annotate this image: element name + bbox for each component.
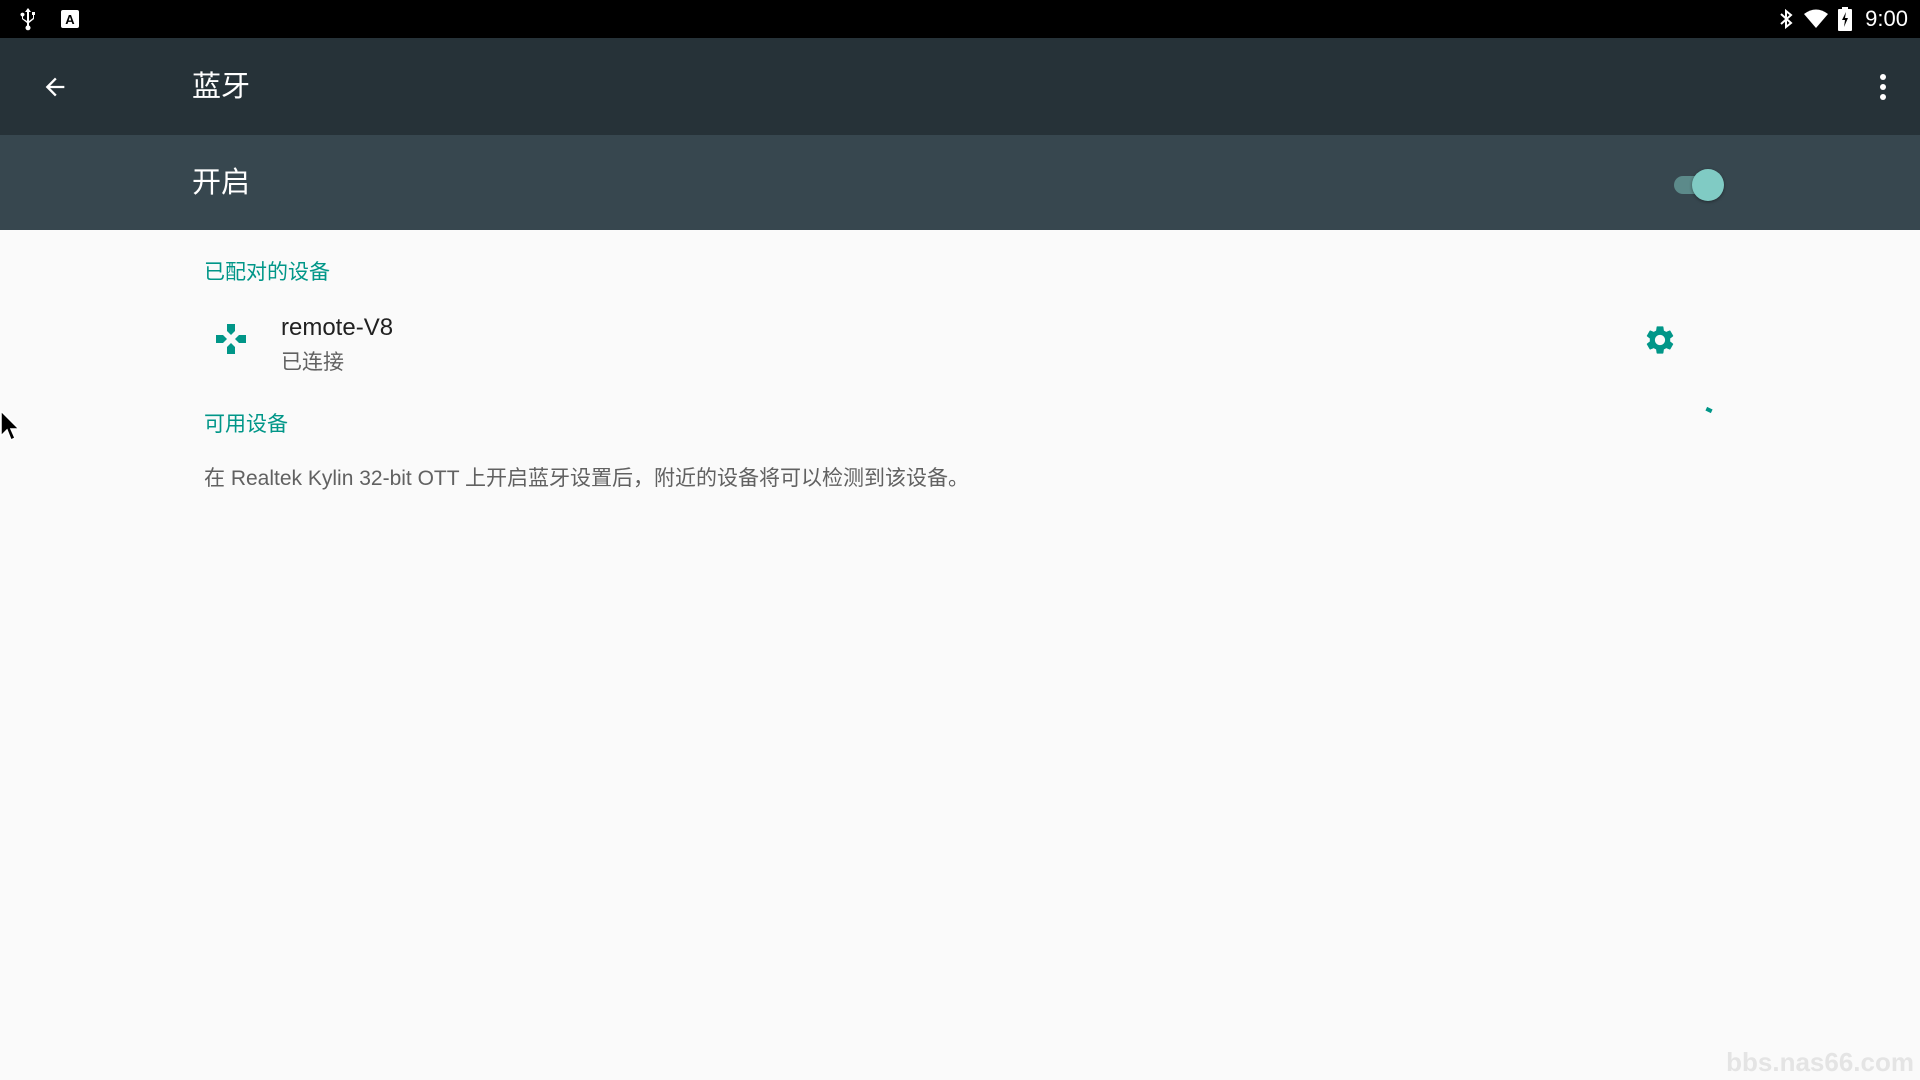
arrow-back-icon	[45, 77, 65, 97]
usb-icon	[16, 0, 40, 38]
available-devices-header: 可用设备	[204, 412, 288, 436]
discoverable-info-text: 在 Realtek Kylin 32-bit OTT 上开启蓝牙设置后，附近的设…	[204, 467, 970, 490]
bluetooth-icon	[1775, 0, 1797, 38]
scanning-progress-indicator	[1705, 406, 1713, 414]
svg-text:A: A	[65, 12, 75, 27]
bluetooth-toggle[interactable]	[1670, 167, 1726, 201]
gamepad-icon	[212, 320, 250, 358]
clock-time: 9:00	[1865, 6, 1908, 31]
watermark: bbs.nas66.com	[1726, 1047, 1914, 1077]
page-title: 蓝牙	[192, 69, 251, 103]
wifi-icon	[1802, 0, 1830, 38]
toggle-thumb	[1692, 169, 1724, 201]
keyboard-a-icon: A	[58, 0, 82, 38]
app-bar: 蓝牙	[0, 38, 1920, 135]
device-status: 已连接	[281, 350, 344, 374]
switch-label: 开启	[192, 165, 251, 199]
gear-icon	[1646, 326, 1674, 354]
device-name: remote-V8	[281, 314, 394, 341]
more-vert-icon	[1880, 74, 1886, 100]
mouse-cursor-icon	[0, 409, 22, 444]
battery-charging-icon	[1836, 0, 1854, 38]
back-button[interactable]	[30, 62, 80, 112]
bluetooth-switch-bar[interactable]: 开启	[0, 135, 1920, 230]
status-bar: A 9:00	[0, 0, 1920, 38]
device-settings-button[interactable]	[1636, 316, 1684, 364]
overflow-menu-button[interactable]	[1858, 62, 1908, 112]
paired-device-item[interactable]: remote-V8 已连接	[0, 292, 1920, 388]
paired-devices-header: 已配对的设备	[204, 260, 330, 284]
